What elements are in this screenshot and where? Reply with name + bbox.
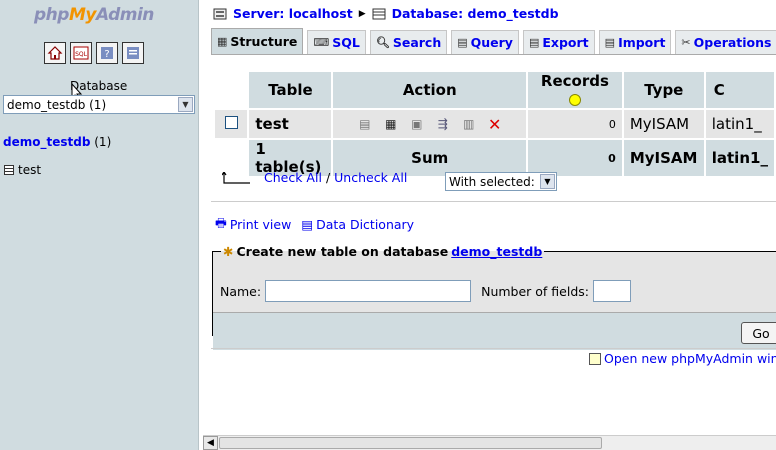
search-action-icon[interactable]: ▣ (409, 116, 425, 132)
search-icon: 🔍︎ (375, 36, 390, 49)
name-label: Name: (220, 283, 262, 299)
table-header-row: Table Action Records Type C (215, 72, 774, 108)
main-content-frame: Server: localhost ▶ Database: demo_testd… (200, 0, 776, 450)
header-type: Type (623, 72, 704, 108)
table-icon (4, 165, 14, 175)
left-navigation-frame: phpMyAdmin SQL ? Database demo_testdb (1… (0, 0, 199, 450)
tab-sql[interactable]: ⌨ SQL (307, 30, 366, 54)
check-separator: / (325, 170, 331, 185)
with-selected-select[interactable]: With selected: ▼ (445, 172, 557, 191)
database-breadcrumb-link[interactable]: Database: demo_testdb (392, 6, 559, 21)
database-link[interactable]: demo_testdb (3, 135, 90, 149)
new-window-icon (589, 352, 601, 365)
import-icon: ▤ (604, 36, 616, 49)
chevron-down-icon[interactable]: ▼ (540, 174, 555, 189)
header-records: Records (527, 72, 622, 108)
check-all-link[interactable]: Check All (264, 170, 322, 185)
new-table-icon: ✱ (223, 244, 234, 259)
create-table-db-link[interactable]: demo_testdb (451, 244, 542, 259)
table-name-input[interactable] (265, 280, 472, 302)
data-dictionary-link[interactable]: ▤ Data Dictionary (301, 214, 414, 235)
tab-structure[interactable]: ▦ Structure (211, 28, 304, 54)
row-collation: latin1_ (705, 110, 774, 138)
tab-import[interactable]: ▤ Import (598, 30, 672, 54)
fields-label: Number of fields: (481, 283, 589, 299)
summary-records: 0 (527, 140, 622, 176)
checkbox-header (215, 72, 248, 108)
summary-collation: latin1_ (705, 140, 774, 176)
sql-icon: ⌨ (313, 36, 330, 49)
check-controls: Check All / Uncheck All (222, 170, 407, 185)
empty-icon[interactable]: ▥ (461, 116, 477, 132)
database-link-row: demo_testdb (1) (3, 135, 111, 149)
breadcrumb-arrow-icon: ▶ (358, 8, 366, 19)
sidebar-table-item[interactable]: test (4, 163, 41, 177)
header-action: Action (333, 72, 526, 108)
drop-icon[interactable]: ✕ (487, 115, 503, 134)
arrow-ltr-icon (222, 171, 250, 184)
header-collation: C (705, 72, 774, 108)
sidebar-table-label: test (18, 163, 42, 177)
chevron-down-icon[interactable]: ▼ (178, 97, 193, 112)
header-table[interactable]: Table (249, 72, 332, 108)
create-table-legend: ✱ Create new table on database demo_test… (223, 244, 543, 259)
row-records: 0 (527, 110, 622, 138)
printer-icon: 🖶︎ (215, 215, 227, 230)
summary-type: MyISAM (623, 140, 704, 176)
records-hint-icon[interactable] (569, 93, 582, 106)
tab-bar: ▦ Structure ⌨ SQL 🔍︎ Search ▤ Query ▤ Export … (211, 28, 776, 54)
dictionary-icon: ▤ (301, 217, 314, 232)
divider (211, 348, 776, 349)
uncheck-all-link[interactable]: Uncheck All (334, 170, 407, 185)
scroll-left-icon[interactable]: ◀ (203, 436, 218, 450)
number-of-fields-input[interactable] (593, 280, 631, 302)
export-icon: ▤ (528, 36, 540, 49)
help-icon[interactable] (122, 42, 144, 64)
tab-query[interactable]: ▤ Query (451, 30, 519, 54)
query-icon: ▤ (457, 36, 468, 49)
database-table-count: (1) (94, 135, 112, 149)
left-icon-bar: SQL ? (44, 42, 144, 64)
go-button[interactable]: Go (741, 322, 776, 344)
scrollbar-thumb[interactable] (219, 437, 602, 449)
create-table-row: Name: Number of fields: (220, 280, 631, 302)
structure-action-icon[interactable]: ▦ (383, 116, 399, 132)
tab-operations[interactable]: ✂ Operations (675, 30, 776, 54)
database-select[interactable]: demo_testdb (1) ▼ (3, 95, 195, 114)
tab-export[interactable]: ▤ Export (522, 30, 595, 54)
row-checkbox-cell (215, 110, 248, 138)
svg-text:?: ? (104, 49, 109, 60)
row-type: MyISAM (623, 110, 704, 138)
operations-icon: ✂ (681, 36, 691, 49)
divider (211, 201, 776, 202)
print-view-link[interactable]: 🖶︎ Print view (215, 214, 291, 235)
insert-icon[interactable]: ⇶ (435, 116, 451, 132)
docs-icon[interactable]: ? (96, 42, 118, 64)
home-icon[interactable] (44, 42, 66, 64)
svg-text:SQL: SQL (75, 51, 88, 58)
structure-icon: ▦ (217, 35, 228, 48)
tab-search[interactable]: 🔍︎ Search (369, 30, 448, 54)
database-icon (372, 8, 386, 19)
server-icon (213, 8, 227, 19)
phpmyadmin-logo[interactable]: phpMyAdmin (34, 5, 154, 25)
server-link[interactable]: Server: localhost (233, 6, 353, 21)
browse-icon[interactable]: ▤ (357, 116, 373, 132)
new-window-row: Open new phpMyAdmin wind (589, 351, 776, 366)
table-row: test ▤ ▦ ▣ ⇶ ▥ ✕ 0 MyISAM latin1_ (215, 110, 774, 138)
row-actions: ▤ ▦ ▣ ⇶ ▥ ✕ (333, 110, 526, 138)
sql-query-icon[interactable]: SQL (70, 42, 92, 64)
tables-list: Table Action Records Type C test ▤ ▦ ▣ ⇶… (213, 70, 776, 178)
row-table-name[interactable]: test (249, 110, 332, 138)
open-new-window-link[interactable]: Open new phpMyAdmin wind (604, 351, 776, 366)
create-table-form: ✱ Create new table on database demo_test… (212, 244, 776, 350)
tab-divider (211, 54, 776, 55)
go-bar: Go (213, 312, 776, 350)
print-links: 🖶︎ Print view ▤ Data Dictionary (215, 214, 414, 235)
horizontal-scrollbar[interactable]: ◀ (203, 435, 776, 450)
breadcrumb: Server: localhost ▶ Database: demo_testd… (213, 6, 559, 21)
row-checkbox[interactable] (224, 116, 238, 129)
